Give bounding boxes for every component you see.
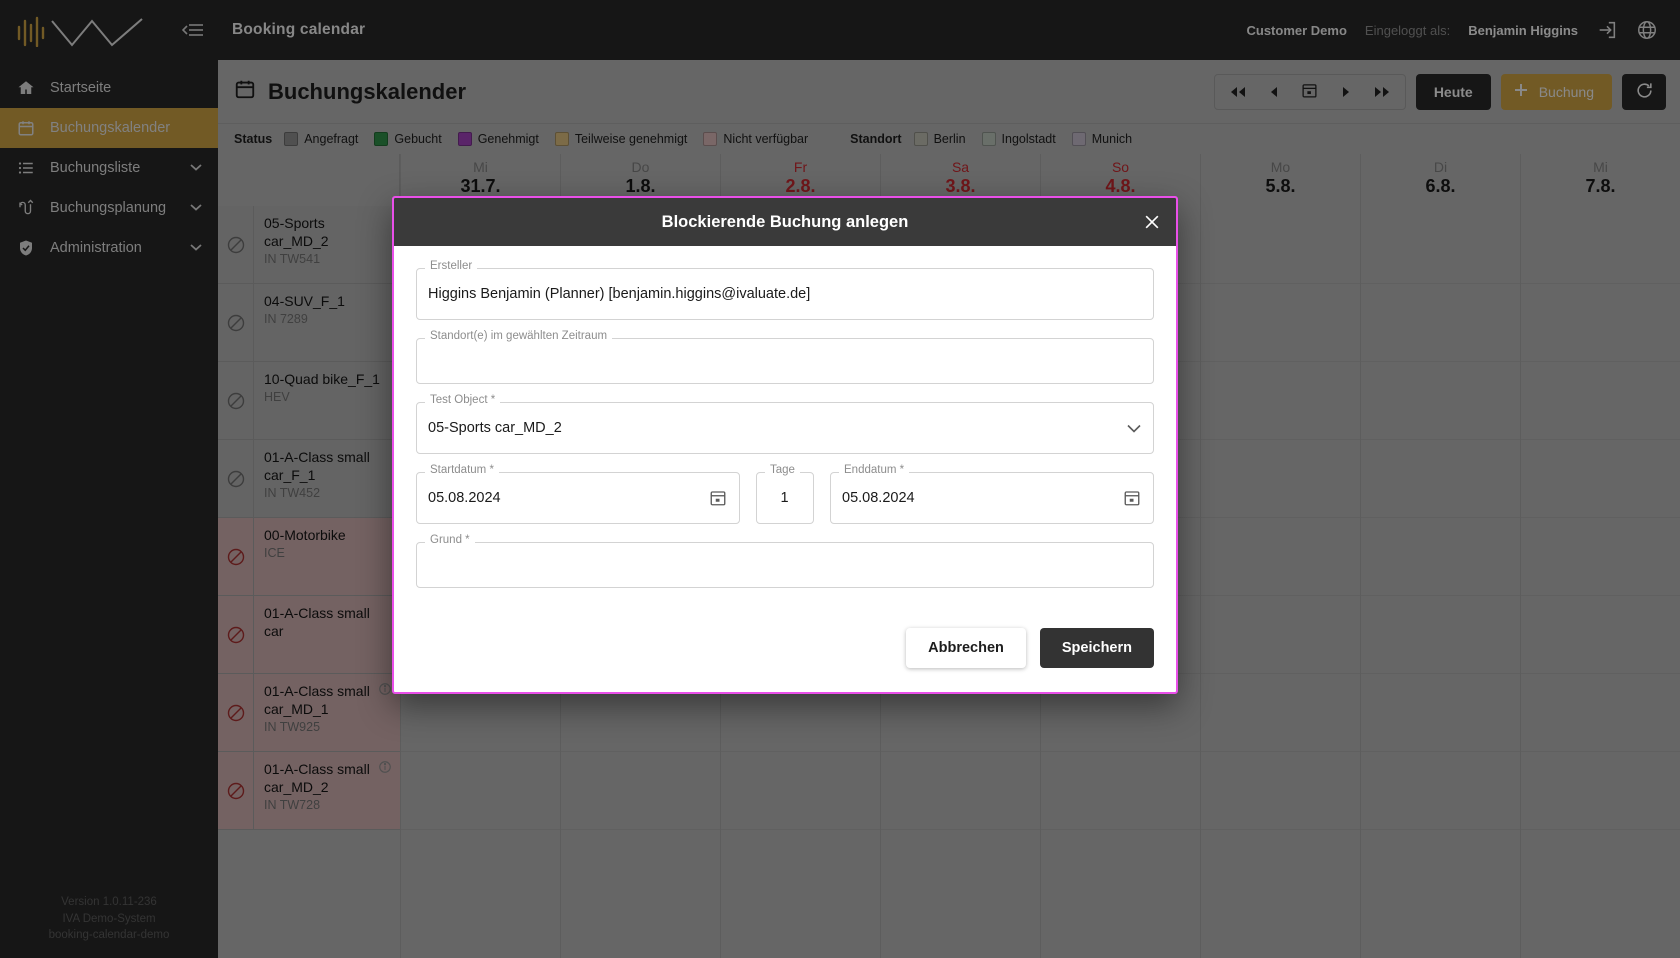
chevron-down-icon[interactable] [1127,424,1141,433]
blocking-booking-dialog: Blockierende Buchung anlegen Ersteller H… [392,196,1178,694]
dialog-footer: Abbrechen Speichern [394,614,1176,692]
app-root: Startseite Buchungskalender Buchungslist… [0,0,1680,958]
standorte-label: Standort(e) im gewählten Zeitraum [425,330,613,343]
test-object-label: Test Object * [425,394,501,407]
tage-field[interactable]: Tage 1 [756,464,814,524]
enddatum-value: 05.08.2024 [842,490,915,506]
tage-input[interactable]: 1 [756,472,814,524]
enddatum-input[interactable]: 05.08.2024 [830,472,1154,524]
startdatum-field[interactable]: Startdatum * 05.08.2024 [416,464,740,524]
standorte-field[interactable]: Standort(e) im gewählten Zeitraum [416,330,1154,384]
startdatum-label: Startdatum * [425,464,499,477]
startdatum-input[interactable]: 05.08.2024 [416,472,740,524]
standorte-input[interactable] [416,338,1154,384]
cancel-button[interactable]: Abbrechen [906,628,1026,668]
enddatum-label: Enddatum * [839,464,910,477]
ersteller-field[interactable]: Ersteller Higgins Benjamin (Planner) [be… [416,260,1154,320]
calendar-picker-icon[interactable] [1123,489,1141,507]
dialog-header: Blockierende Buchung anlegen [394,198,1176,246]
test-object-value: 05-Sports car_MD_2 [428,420,562,436]
grund-label: Grund * [425,534,475,547]
date-range-row: Startdatum * 05.08.2024 Tage 1 Enddatum … [416,464,1154,524]
close-icon[interactable] [1142,212,1162,232]
ersteller-input[interactable]: Higgins Benjamin (Planner) [benjamin.hig… [416,268,1154,320]
dialog-body: Ersteller Higgins Benjamin (Planner) [be… [394,246,1176,614]
grund-input[interactable] [416,542,1154,588]
test-object-field[interactable]: Test Object * 05-Sports car_MD_2 [416,394,1154,454]
startdatum-value: 05.08.2024 [428,490,501,506]
tage-value: 1 [780,490,789,506]
calendar-picker-icon[interactable] [709,489,727,507]
ersteller-value: Higgins Benjamin (Planner) [benjamin.hig… [428,286,811,302]
dialog-title: Blockierende Buchung anlegen [661,212,909,231]
tage-label: Tage [765,464,800,477]
enddatum-field[interactable]: Enddatum * 05.08.2024 [830,464,1154,524]
ersteller-label: Ersteller [425,260,478,273]
grund-field[interactable]: Grund * [416,534,1154,588]
save-button[interactable]: Speichern [1039,628,1154,668]
test-object-select[interactable]: 05-Sports car_MD_2 [416,402,1154,454]
